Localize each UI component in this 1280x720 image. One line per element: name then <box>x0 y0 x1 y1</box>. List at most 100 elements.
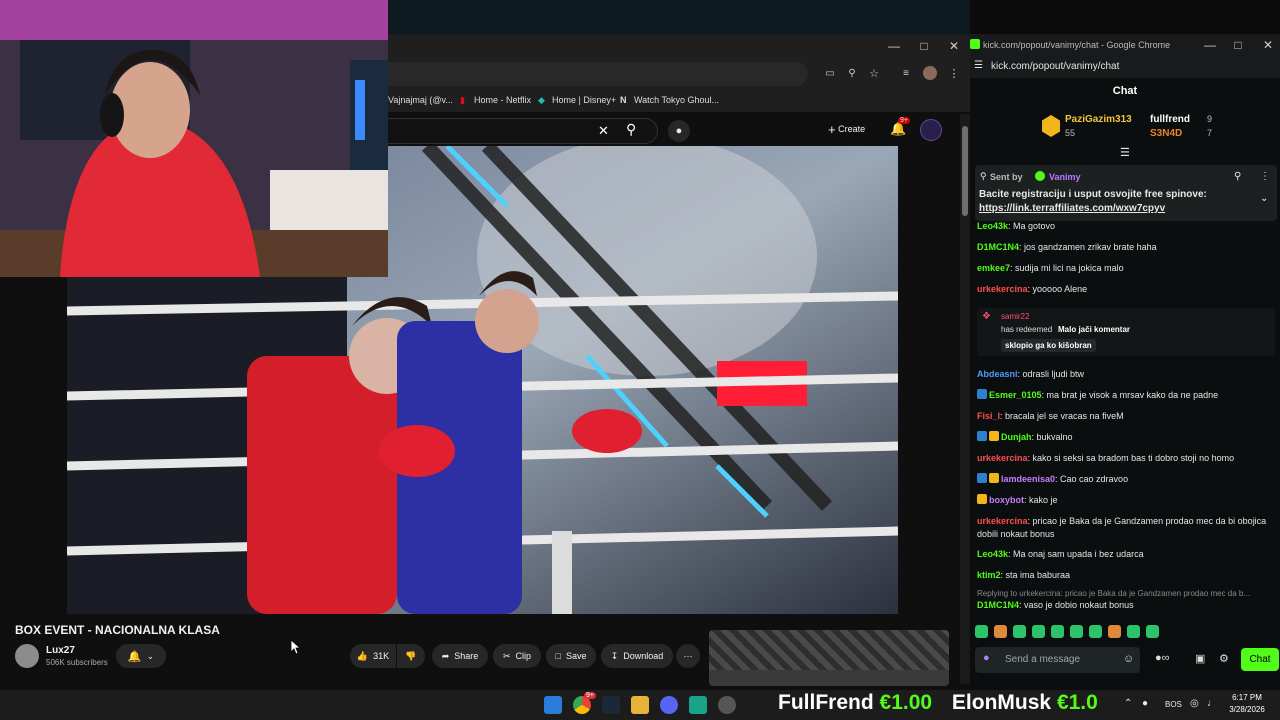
more-icon[interactable]: ⋮ <box>1260 171 1270 182</box>
chat-username[interactable]: urkekercina <box>977 516 1028 526</box>
minimize-icon[interactable]: — <box>886 38 902 54</box>
scrollbar-thumb[interactable] <box>962 126 968 216</box>
gift-icon[interactable]: ▣ <box>1195 652 1205 665</box>
bookmark-item[interactable]: Home - Netflix <box>474 95 531 105</box>
bookmark-item[interactable]: Watch Tokyo Ghoul... <box>634 95 719 105</box>
url-field[interactable] <box>388 62 808 86</box>
chat-username[interactable]: Leo43k <box>977 221 1008 231</box>
steam-icon[interactable] <box>602 696 620 714</box>
unpin-icon[interactable]: ⚲ <box>1234 171 1241 182</box>
chat-username[interactable]: D1MC1N4 <box>977 600 1019 610</box>
emote-icon[interactable] <box>1089 625 1102 638</box>
chat-message: emkee7: sudija mi lici na jokica malo <box>977 262 1273 275</box>
star-icon[interactable]: ☆ <box>866 66 882 82</box>
site-info-icon[interactable]: ☰ <box>974 60 983 71</box>
close-icon[interactable]: ✕ <box>1260 37 1276 53</box>
close-icon[interactable]: ✕ <box>946 38 962 54</box>
subscribed-button[interactable]: 🔔 ⌄ <box>116 644 166 668</box>
chat-text: : sudija mi lici na jokica malo <box>1010 263 1124 273</box>
kick-logo-icon <box>970 39 980 49</box>
chat-username[interactable]: Abdeasni <box>977 369 1018 379</box>
pinned-link[interactable]: https://link.terraffiliates.com/wxw7cpyv <box>979 203 1165 214</box>
emote-icon[interactable] <box>994 625 1007 638</box>
create-button[interactable]: + Create <box>828 122 865 137</box>
download-button[interactable]: ↧ Download <box>601 644 673 668</box>
volume-icon[interactable]: ♩ <box>1207 698 1217 709</box>
channel-avatar[interactable] <box>15 644 39 668</box>
settings-icon[interactable] <box>718 696 736 714</box>
like-button[interactable]: 👍 31K <box>350 644 396 668</box>
notification-badge: 9+ <box>898 117 910 124</box>
clear-search-icon[interactable]: ✕ <box>598 123 609 139</box>
emote-icon[interactable] <box>1051 625 1064 638</box>
emote-icon[interactable] <box>1032 625 1045 638</box>
send-chat-button[interactable]: Chat <box>1241 648 1279 671</box>
chat-message: urkekercina: pricao je Baka da je Gandza… <box>977 515 1273 541</box>
search-icon[interactable]: ⚲ <box>626 121 636 138</box>
chat-username[interactable]: Dunjah <box>1001 432 1032 442</box>
chevron-up-icon[interactable]: ⌃ <box>1124 698 1132 709</box>
chat-username[interactable]: boxybot <box>989 495 1024 505</box>
search-input[interactable]: ✕ ⚲ <box>388 118 658 144</box>
chat-text: : odrasli ljudi btw <box>1017 369 1085 379</box>
account-avatar[interactable] <box>920 119 942 141</box>
users-icon[interactable]: ●∞ <box>1155 652 1170 664</box>
more-menu-icon[interactable]: ⋮ <box>946 66 962 82</box>
chat-username[interactable]: lamdeenisa0 <box>1001 474 1055 484</box>
chevron-down-icon[interactable]: ⌄ <box>1260 193 1268 204</box>
emote-icon[interactable] <box>1108 625 1121 638</box>
microphone-icon[interactable]: ● <box>983 652 990 664</box>
minimize-icon[interactable]: — <box>1202 37 1218 53</box>
clock[interactable]: 6:17 PM 3/28/2026 <box>1222 692 1272 716</box>
discord-icon[interactable] <box>660 696 678 714</box>
clip-button[interactable]: ✂ Clip <box>493 644 541 668</box>
chat-username[interactable]: urkekercina <box>977 284 1028 294</box>
chat-username[interactable]: ktim2 <box>977 570 1001 580</box>
maximize-icon[interactable]: □ <box>916 38 932 54</box>
more-actions-button[interactable]: ⋯ <box>676 644 700 668</box>
media-control-icon[interactable]: ≡ <box>898 66 914 82</box>
chat-text: : yooooo Alene <box>1027 284 1088 294</box>
redeem-reward: Malo jači komentar <box>1058 325 1131 334</box>
app-icon[interactable] <box>689 696 707 714</box>
wifi-icon[interactable]: ◎ <box>1190 698 1199 709</box>
recommended-thumbnail[interactable] <box>709 630 949 686</box>
channel-name[interactable]: Lux27 <box>46 645 75 656</box>
maximize-icon[interactable]: □ <box>1230 37 1246 53</box>
bookmark-item[interactable]: Vajnajmaj (@v... <box>388 95 453 105</box>
folder-icon[interactable] <box>631 696 649 714</box>
chat-message: Abdeasni: odrasli ljudi btw <box>977 368 1273 381</box>
chat-username[interactable]: D1MC1N4 <box>977 242 1019 252</box>
chat-username[interactable]: Leo43k <box>977 549 1008 559</box>
settings-icon[interactable]: ⚙ <box>1219 652 1229 665</box>
redeem-user[interactable]: samir22 <box>1001 312 1029 321</box>
chat-username[interactable]: Esmer_0105 <box>989 390 1042 400</box>
microphone-icon[interactable]: ● <box>1142 698 1148 709</box>
bookmark-item[interactable]: Home | Disney+ <box>552 95 616 105</box>
chat-username[interactable]: Fisi_l <box>977 411 1000 421</box>
chat-username[interactable]: urkekercina <box>977 453 1028 463</box>
mouse-cursor-icon <box>291 640 301 654</box>
profile-avatar[interactable] <box>923 66 937 80</box>
voice-search-icon[interactable]: ● <box>668 120 690 142</box>
emote-icon[interactable] <box>1127 625 1140 638</box>
language-indicator[interactable]: BOS <box>1165 700 1182 709</box>
emote-icon[interactable] <box>1070 625 1083 638</box>
emote-icon[interactable] <box>1146 625 1159 638</box>
chat-message: Fisi_l: bracala jel se vracas na fiveM <box>977 410 1273 423</box>
chat-message: D1MC1N4: vaso je dobio nokaut bonus <box>977 599 1273 612</box>
dislike-button[interactable]: 👎 <box>397 644 425 668</box>
chat-address-bar[interactable]: ☰ kick.com/popout/vanimy/chat <box>970 56 1280 78</box>
chat-username[interactable]: emkee7 <box>977 263 1010 273</box>
collapse-icon[interactable]: ☰ <box>1120 146 1130 159</box>
share-button[interactable]: ➦ Share <box>432 644 488 668</box>
zoom-icon[interactable]: ⚲ <box>844 66 860 82</box>
emote-icon[interactable] <box>975 625 988 638</box>
cast-icon[interactable]: ▭ <box>822 66 838 82</box>
emoji-icon[interactable]: ☺ <box>1123 653 1134 665</box>
chat-message-input[interactable]: ● Send a message ☺ <box>975 647 1140 673</box>
start-icon[interactable] <box>544 696 562 714</box>
pinned-text: Bacite registraciju i usput osvojite fre… <box>979 189 1207 200</box>
emote-icon[interactable] <box>1013 625 1026 638</box>
save-button[interactable]: □ Save <box>546 644 596 668</box>
